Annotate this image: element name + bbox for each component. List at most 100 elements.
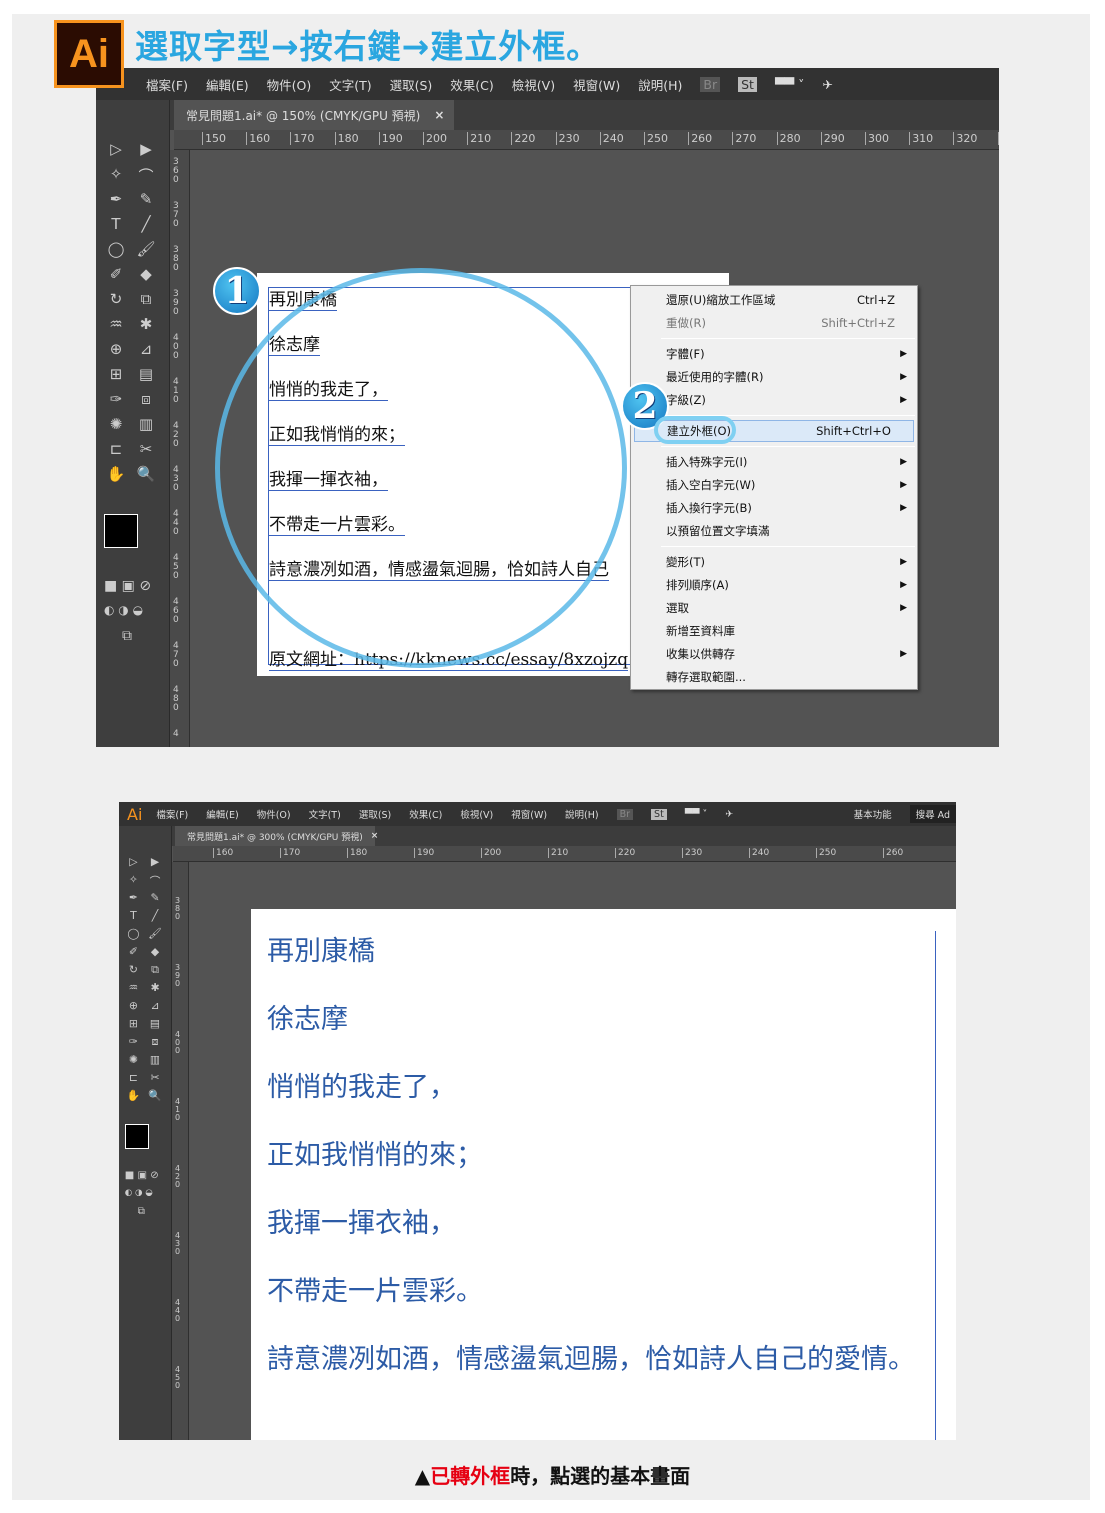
symbol-spray-tool-icon[interactable]: ✺ — [125, 1053, 142, 1066]
fill-color-swatch[interactable] — [104, 514, 138, 548]
color-mode-buttons[interactable]: ■ ▣ ⊘ — [125, 1170, 159, 1181]
zoom-tool-icon[interactable]: 🔍 — [134, 465, 158, 483]
warp-tool-icon[interactable]: ♒ — [104, 315, 128, 333]
workspace-switcher[interactable]: 基本功能 — [854, 807, 892, 821]
blend-tool-icon[interactable]: ⧈ — [146, 1035, 163, 1049]
menu-item[interactable]: 視窗(W) — [573, 75, 620, 94]
gradient-tool-icon[interactable]: ▤ — [134, 365, 158, 383]
mesh-tool-icon[interactable]: ⊞ — [125, 1017, 142, 1030]
type-tool-icon[interactable]: T — [104, 215, 128, 233]
selection-tool-icon[interactable]: ▷ — [104, 140, 128, 158]
ellipse-tool-icon[interactable]: ◯ — [104, 240, 128, 258]
bridge-icon[interactable]: Br — [700, 76, 721, 92]
gradient-tool-icon[interactable]: ▤ — [146, 1017, 163, 1030]
menu-item[interactable]: 編輯(E) — [206, 75, 249, 94]
close-icon[interactable]: × — [371, 831, 379, 841]
workspace-layout-icon[interactable]: ▀▀ ˅ — [685, 809, 707, 820]
screen-mode-icon[interactable]: ⧉ — [122, 628, 132, 644]
menu-item[interactable]: 效果(C) — [409, 807, 442, 821]
ellipse-tool-icon[interactable]: ◯ — [125, 927, 142, 940]
perspective-tool-icon[interactable]: ⊿ — [134, 340, 158, 358]
outlined-text-line[interactable]: 不帶走一片雲彩。 — [267, 1269, 483, 1308]
menu-item[interactable]: 物件(O) — [267, 75, 312, 94]
hand-tool-icon[interactable]: ✋ — [125, 1089, 142, 1102]
draw-mode-buttons[interactable]: ◐ ◑ ◒ — [125, 1188, 153, 1198]
magic-wand-tool-icon[interactable]: ✧ — [125, 873, 142, 886]
selection-tool-icon[interactable]: ▷ — [125, 855, 142, 868]
workspace-layout-icon[interactable]: ▀▀ ˅ — [775, 77, 804, 92]
context-menu-item[interactable]: 變形(T) ▶ — [631, 551, 917, 573]
context-menu-item[interactable]: 插入特殊字元(I) ▶ — [631, 451, 917, 473]
menu-item[interactable]: 文字(T) — [309, 807, 341, 821]
document-tab[interactable]: 常見問題1.ai* @ 300% (CMYK/GPU 預視) × — [175, 826, 378, 846]
outlined-text-line[interactable]: 正如我悄悄的來； — [267, 1133, 483, 1172]
stock-search-input[interactable]: 搜尋 Ad — [909, 805, 956, 823]
outlined-text-line[interactable]: 詩意濃冽如酒，情感盪氣迴腸，恰如詩人自己的愛情。 — [267, 1337, 915, 1376]
context-menu-item[interactable]: 以預留位置文字填滿 — [631, 520, 917, 542]
menu-item[interactable]: 檔案(F) — [156, 807, 188, 821]
fill-color-swatch[interactable] — [124, 1124, 150, 1149]
context-menu-item[interactable]: 插入空白字元(W) ▶ — [631, 474, 917, 496]
brush-tool-icon[interactable]: 🖌 — [134, 240, 158, 258]
slice-tool-icon[interactable]: ✂ — [146, 1071, 163, 1084]
context-menu-item[interactable]: 轉存選取範圍... — [631, 666, 917, 688]
menu-item[interactable]: 說明(H) — [565, 807, 599, 821]
shape-builder-tool-icon[interactable]: ⊕ — [104, 340, 128, 358]
outlined-text-line[interactable]: 再別康橋 — [267, 929, 375, 968]
shaper-tool-icon[interactable]: ✐ — [125, 945, 142, 958]
line-tool-icon[interactable]: ╱ — [146, 909, 163, 922]
context-menu-item[interactable]: 收集以供轉存 ▶ — [631, 643, 917, 665]
curvature-tool-icon[interactable]: ✎ — [146, 891, 163, 904]
color-mode-buttons[interactable]: ■ ▣ ⊘ — [104, 578, 151, 594]
eraser-tool-icon[interactable]: ◆ — [134, 265, 158, 283]
line-tool-icon[interactable]: ╱ — [134, 215, 158, 233]
context-menu-item[interactable]: 插入換行字元(B) ▶ — [631, 497, 917, 519]
pen-tool-icon[interactable]: ✒ — [125, 891, 142, 904]
bridge-icon[interactable]: Br — [616, 808, 634, 820]
menu-item[interactable]: 效果(C) — [450, 75, 493, 94]
menu-item[interactable]: 編輯(E) — [206, 807, 238, 821]
menu-item[interactable]: 檢視(V) — [512, 75, 555, 94]
context-menu-item[interactable]: 選取 ▶ — [631, 597, 917, 619]
context-menu-item[interactable]: 字級(Z) ▶ — [631, 389, 917, 411]
graph-tool-icon[interactable]: ▥ — [146, 1053, 163, 1066]
shape-builder-tool-icon[interactable]: ⊕ — [125, 999, 142, 1012]
close-icon[interactable]: × — [434, 108, 444, 122]
blend-tool-icon[interactable]: ⧈ — [134, 390, 158, 408]
screen-mode-icon[interactable]: ⧉ — [138, 1206, 145, 1218]
warp-tool-icon[interactable]: ♒ — [125, 981, 142, 994]
slice-tool-icon[interactable]: ✂ — [134, 440, 158, 458]
context-menu-item[interactable]: 還原(U)縮放工作區域 Ctrl+Z — [631, 289, 917, 311]
graph-tool-icon[interactable]: ▥ — [134, 415, 158, 433]
shaper-tool-icon[interactable]: ✐ — [104, 265, 128, 283]
rotate-tool-icon[interactable]: ↻ — [125, 963, 142, 976]
mesh-tool-icon[interactable]: ⊞ — [104, 365, 128, 383]
outlined-text-line[interactable]: 徐志摩 — [267, 997, 348, 1036]
menu-item[interactable]: 文字(T) — [329, 75, 371, 94]
stock-icon[interactable]: St — [738, 76, 757, 92]
context-menu-item[interactable]: 排列順序(A) ▶ — [631, 574, 917, 596]
context-menu-item[interactable]: 重做(R) Shift+Ctrl+Z — [631, 312, 917, 334]
zoom-tool-icon[interactable]: 🔍 — [146, 1089, 163, 1102]
outlined-text-line[interactable]: 悄悄的我走了， — [267, 1065, 456, 1104]
context-menu-item[interactable]: 字體(F) ▶ — [631, 343, 917, 365]
context-menu-item[interactable]: 新增至資料庫 — [631, 620, 917, 642]
scale-tool-icon[interactable]: ⧉ — [134, 290, 158, 308]
scale-tool-icon[interactable]: ⧉ — [146, 963, 163, 977]
menu-item[interactable]: 選取(S) — [359, 807, 391, 821]
eraser-tool-icon[interactable]: ◆ — [146, 945, 163, 958]
puppet-tool-icon[interactable]: ✱ — [146, 981, 163, 994]
lasso-tool-icon[interactable]: ⌒ — [134, 165, 158, 186]
document-tab[interactable]: 常見問題1.ai* @ 150% (CMYK/GPU 預視) × — [174, 100, 454, 130]
hand-tool-icon[interactable]: ✋ — [104, 465, 128, 483]
puppet-tool-icon[interactable]: ✱ — [134, 315, 158, 333]
symbol-spray-tool-icon[interactable]: ✺ — [104, 415, 128, 433]
menu-item[interactable]: 物件(O) — [257, 807, 291, 821]
type-tool-icon[interactable]: T — [125, 909, 142, 922]
pen-tool-icon[interactable]: ✒ — [104, 190, 128, 208]
sync-rocket-icon[interactable]: ✈ — [725, 809, 733, 820]
perspective-tool-icon[interactable]: ⊿ — [146, 999, 163, 1012]
menu-item[interactable]: 視窗(W) — [511, 807, 547, 821]
eyedropper-tool-icon[interactable]: ✑ — [125, 1035, 142, 1048]
stock-icon[interactable]: St — [651, 808, 667, 820]
